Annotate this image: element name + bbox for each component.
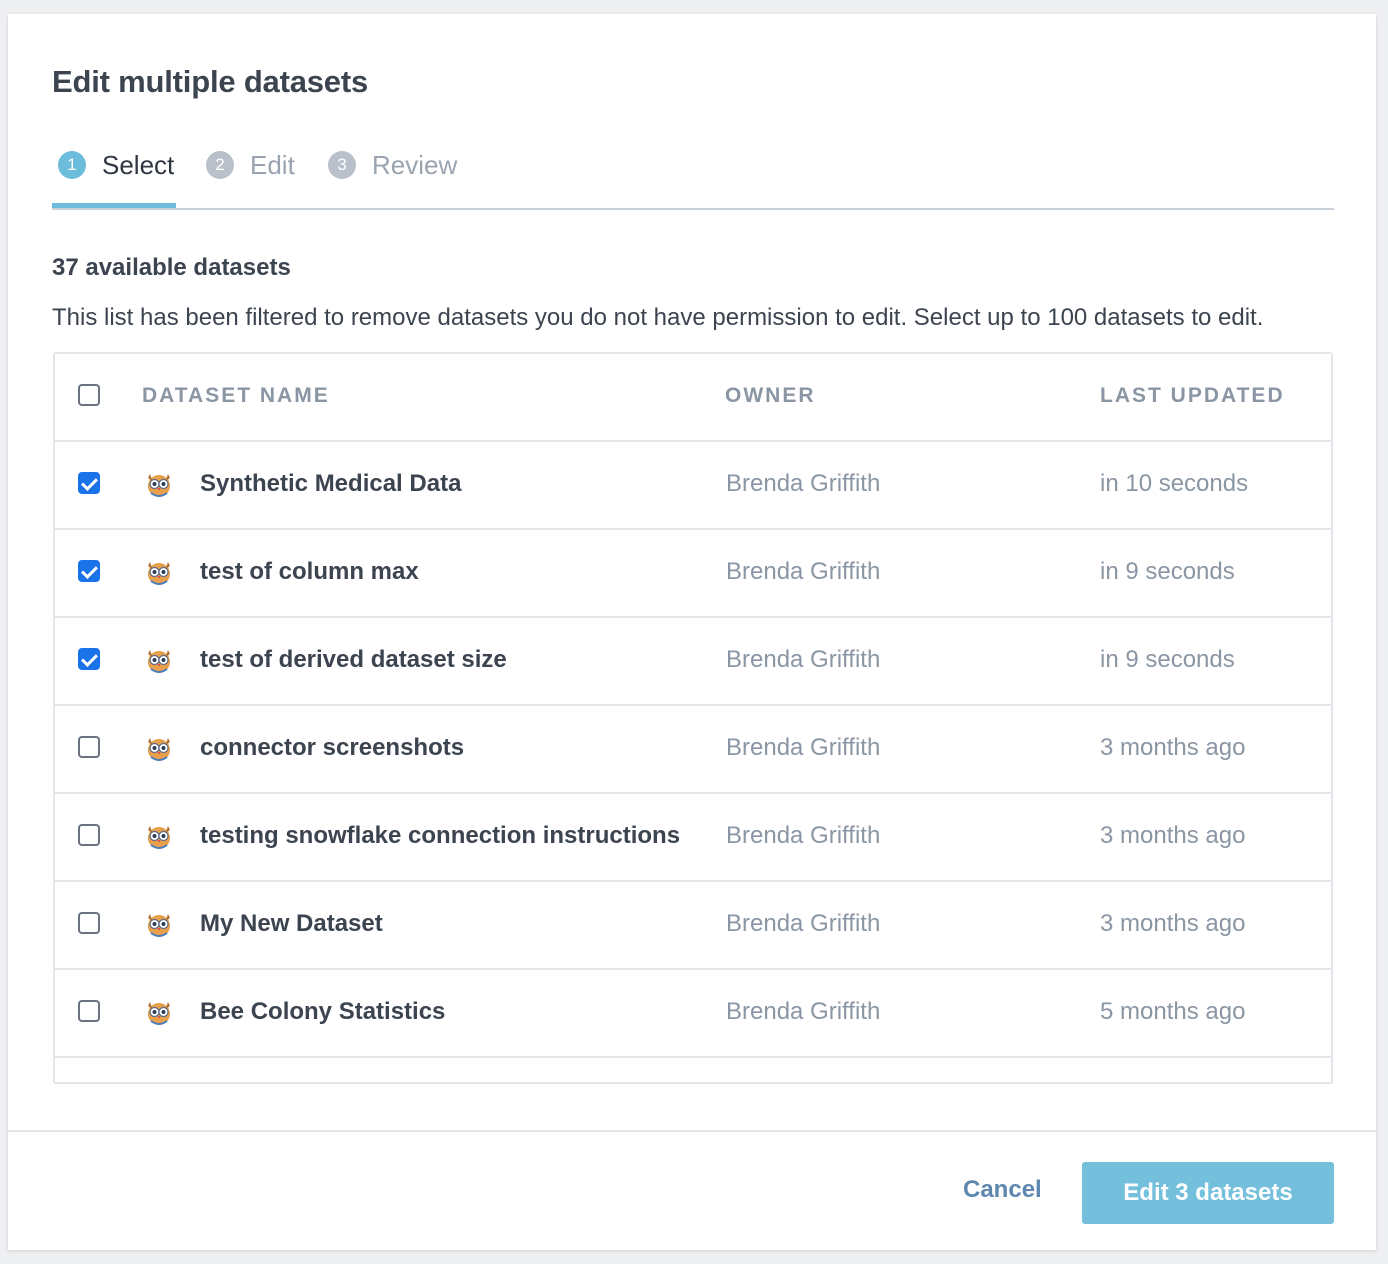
column-header-owner[interactable]: OWNER (725, 384, 816, 408)
table-row[interactable]: Bee Colony Statistics Brenda Griffith 5 … (55, 970, 1331, 1058)
dataset-last-updated: 3 months ago (1100, 734, 1246, 761)
row-checkbox[interactable] (78, 736, 100, 758)
dataset-name[interactable]: test of derived dataset size (200, 646, 507, 674)
step-label: Review (372, 150, 458, 180)
dataset-name[interactable]: Synthetic Medical Data (200, 470, 461, 498)
table-row[interactable]: connector screenshots Brenda Griffith 3 … (55, 706, 1331, 794)
column-header-dataset-name[interactable]: DATASET NAME (142, 384, 330, 408)
available-count: 37 available datasets (52, 254, 291, 281)
owl-avatar-icon (148, 738, 170, 761)
row-checkbox[interactable] (78, 824, 100, 846)
column-header-last-updated[interactable]: LAST UPDATED (1100, 384, 1285, 408)
filter-description: This list has been filtered to remove da… (52, 304, 1264, 331)
row-checkbox[interactable] (78, 912, 100, 934)
table-row[interactable]: testing snowflake connection instruction… (55, 794, 1331, 882)
active-step-indicator (52, 203, 176, 208)
table-header: DATASET NAME OWNER LAST UPDATED (55, 354, 1331, 442)
dataset-owner: Brenda Griffith (726, 910, 881, 937)
dataset-last-updated: 3 months ago (1100, 822, 1246, 849)
dataset-owner: Brenda Griffith (726, 470, 881, 497)
step-edit[interactable]: 2 Edit (206, 148, 295, 206)
stepper: 1 Select 2 Edit 3 Review (52, 148, 1334, 210)
dataset-last-updated: 5 months ago (1100, 998, 1246, 1025)
table-row-partial (55, 1058, 1331, 1082)
step-select[interactable]: 1 Select (58, 148, 174, 206)
dataset-name[interactable]: test of column max (200, 558, 419, 586)
dataset-owner: Brenda Griffith (726, 822, 881, 849)
dataset-name[interactable]: Bee Colony Statistics (200, 998, 445, 1026)
edit-datasets-button[interactable]: Edit 3 datasets (1082, 1162, 1334, 1224)
select-all-checkbox[interactable] (78, 384, 100, 406)
owl-avatar-icon (148, 474, 170, 497)
row-checkbox[interactable] (78, 1000, 100, 1022)
owl-avatar-icon (148, 1002, 170, 1025)
step-review[interactable]: 3 Review (328, 148, 457, 206)
table-row[interactable]: test of derived dataset size Brenda Grif… (55, 618, 1331, 706)
modal-footer: Cancel Edit 3 datasets (8, 1130, 1376, 1252)
table-row[interactable]: test of column max Brenda Griffith in 9 … (55, 530, 1331, 618)
row-checkbox[interactable] (78, 560, 100, 582)
step-label: Select (102, 150, 175, 180)
row-checkbox[interactable] (78, 472, 100, 494)
dataset-name[interactable]: testing snowflake connection instruction… (200, 822, 680, 850)
owl-avatar-icon (148, 562, 170, 585)
table-row[interactable]: My New Dataset Brenda Griffith 3 months … (55, 882, 1331, 970)
dataset-owner: Brenda Griffith (726, 998, 881, 1025)
dataset-name[interactable]: connector screenshots (200, 734, 464, 762)
step-label: Edit (250, 150, 295, 180)
step-number: 1 (58, 151, 86, 179)
dataset-owner: Brenda Griffith (726, 646, 881, 673)
owl-avatar-icon (148, 650, 170, 673)
step-number: 2 (206, 151, 234, 179)
dataset-last-updated: in 9 seconds (1100, 646, 1235, 673)
cancel-button[interactable]: Cancel (963, 1176, 1042, 1204)
owl-avatar-icon (148, 914, 170, 937)
dataset-owner: Brenda Griffith (726, 558, 881, 585)
edit-multiple-datasets-modal: Edit multiple datasets 1 Select 2 Edit 3… (8, 14, 1376, 1250)
table-row[interactable]: Synthetic Medical Data Brenda Griffith i… (55, 442, 1331, 530)
dataset-last-updated: in 9 seconds (1100, 558, 1235, 585)
dataset-last-updated: 3 months ago (1100, 910, 1246, 937)
row-checkbox[interactable] (78, 648, 100, 670)
modal-title: Edit multiple datasets (52, 64, 368, 99)
dataset-name[interactable]: My New Dataset (200, 910, 383, 938)
dataset-owner: Brenda Griffith (726, 734, 881, 761)
dataset-last-updated: in 10 seconds (1100, 470, 1249, 497)
datasets-table: DATASET NAME OWNER LAST UPDATED Syntheti… (53, 352, 1333, 1084)
step-number: 3 (328, 151, 356, 179)
owl-avatar-icon (148, 826, 170, 849)
